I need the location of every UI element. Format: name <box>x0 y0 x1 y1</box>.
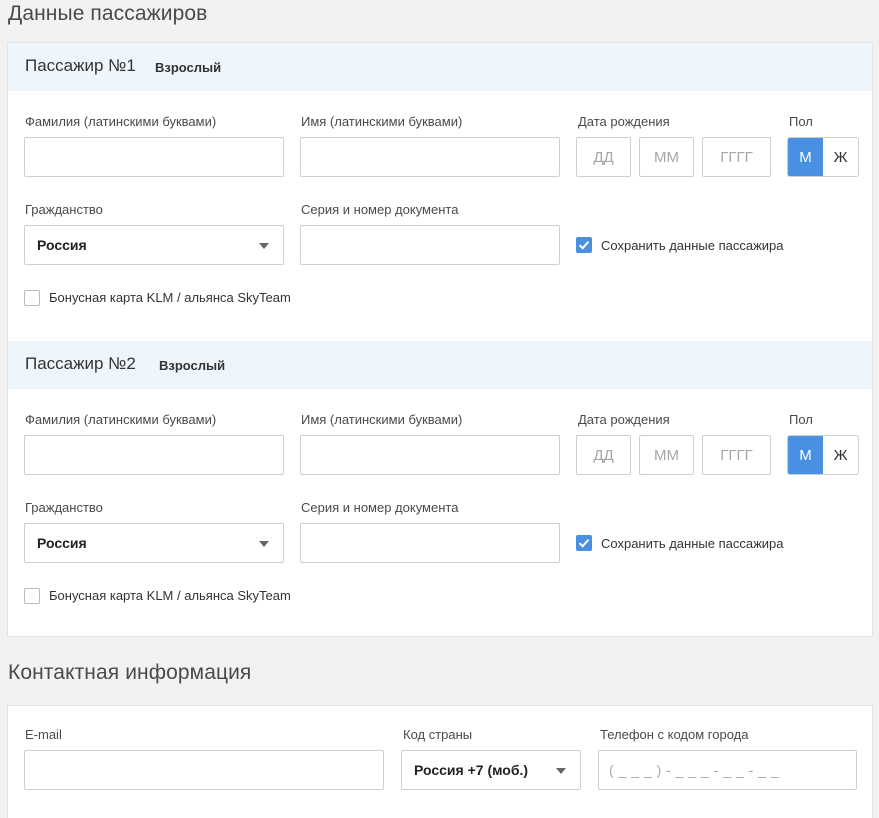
passenger-1-save-checkbox[interactable] <box>576 237 592 253</box>
passenger-1-title: Пассажир №1 <box>25 56 136 75</box>
country-code-label: Код страны <box>403 727 473 742</box>
passenger-1-name-input[interactable] <box>300 137 560 177</box>
passenger-2-gender-male-button[interactable]: М <box>788 436 823 474</box>
passengers-section-title: Данные пассажиров <box>8 2 208 25</box>
passenger-2-title: Пассажир №2 <box>25 354 136 373</box>
passenger-2-gender-label: Пол <box>789 412 813 427</box>
passenger-1-citizenship-label: Гражданство <box>25 202 103 217</box>
passenger-1-document-label: Серия и номер документа <box>301 202 459 217</box>
contact-section-title: Контактная информация <box>8 661 252 684</box>
passenger-2-type: Взрослый <box>159 358 226 373</box>
passenger-2-birth-day-input[interactable]: ДД <box>576 435 631 475</box>
passenger-1-birth-day-input[interactable]: ДД <box>576 137 631 177</box>
passenger-1-birthdate-label: Дата рождения <box>578 114 670 129</box>
passenger-1-type: Взрослый <box>155 60 222 75</box>
passenger-2-name-label: Имя (латинскими буквами) <box>301 412 463 427</box>
passenger-1-name-label: Имя (латинскими буквами) <box>301 114 463 129</box>
passenger-1-birth-year-input[interactable]: ГГГГ <box>702 137 771 177</box>
checkmark-icon <box>578 240 590 250</box>
passenger-2-citizenship-value: Россия <box>37 535 87 551</box>
passenger-2-bonus-checkbox[interactable] <box>24 588 40 604</box>
passenger-1-citizenship-select[interactable]: Россия <box>24 225 284 265</box>
passenger-2-save-label: Сохранить данные пассажира <box>601 536 784 551</box>
country-code-value: Россия +7 (моб.) <box>414 762 529 778</box>
passenger-2-document-input[interactable] <box>300 523 560 563</box>
phone-label: Телефон с кодом города <box>600 727 749 742</box>
chevron-down-icon <box>259 541 269 547</box>
passenger-1-bonus-checkbox[interactable] <box>24 290 40 306</box>
passenger-1-birth-month-input[interactable]: ММ <box>639 137 694 177</box>
passenger-1-surname-label: Фамилия (латинскими буквами) <box>25 114 217 129</box>
passenger-2-header: Пассажир №2 Взрослый <box>8 341 872 389</box>
contact-card: E-mail Код страны Россия +7 (моб.) Телеф… <box>7 705 873 818</box>
passenger-2-surname-label: Фамилия (латинскими буквами) <box>25 412 217 427</box>
country-code-select[interactable]: Россия +7 (моб.) <box>401 750 581 790</box>
passenger-1-header: Пассажир №1 Взрослый <box>8 43 872 91</box>
passenger-2-birth-month-input[interactable]: ММ <box>639 435 694 475</box>
passenger-2-birth-year-input[interactable]: ГГГГ <box>702 435 771 475</box>
passenger-1-save-label: Сохранить данные пассажира <box>601 238 784 253</box>
phone-input[interactable]: ( _ _ _ ) - _ _ _ - _ _ - _ _ <box>598 750 857 790</box>
email-input[interactable] <box>24 750 384 790</box>
passenger-2-name-input[interactable] <box>300 435 560 475</box>
passenger-2-gender-female-button[interactable]: Ж <box>823 436 858 474</box>
passenger-1-gender-toggle: М Ж <box>787 137 859 177</box>
passenger-1-surname-input[interactable] <box>24 137 284 177</box>
chevron-down-icon <box>259 243 269 249</box>
checkmark-icon <box>578 538 590 548</box>
passenger-2-surname-input[interactable] <box>24 435 284 475</box>
passenger-1-gender-male-button[interactable]: М <box>788 138 823 176</box>
chevron-down-icon <box>556 768 566 774</box>
passenger-1-bonus-label: Бонусная карта KLM / альянса SkyTeam <box>49 290 291 305</box>
passenger-1-document-input[interactable] <box>300 225 560 265</box>
passenger-2-citizenship-label: Гражданство <box>25 500 103 515</box>
passenger-2-citizenship-select[interactable]: Россия <box>24 523 284 563</box>
passengers-card: Пассажир №1 Взрослый Фамилия (латинскими… <box>7 42 873 637</box>
passenger-2-document-label: Серия и номер документа <box>301 500 459 515</box>
passenger-2-save-checkbox[interactable] <box>576 535 592 551</box>
passenger-2-bonus-label: Бонусная карта KLM / альянса SkyTeam <box>49 588 291 603</box>
email-label: E-mail <box>25 727 62 742</box>
passenger-2-gender-toggle: М Ж <box>787 435 859 475</box>
passenger-1-citizenship-value: Россия <box>37 237 87 253</box>
passenger-1-gender-female-button[interactable]: Ж <box>823 138 858 176</box>
passenger-2-birthdate-label: Дата рождения <box>578 412 670 427</box>
passenger-1-gender-label: Пол <box>789 114 813 129</box>
